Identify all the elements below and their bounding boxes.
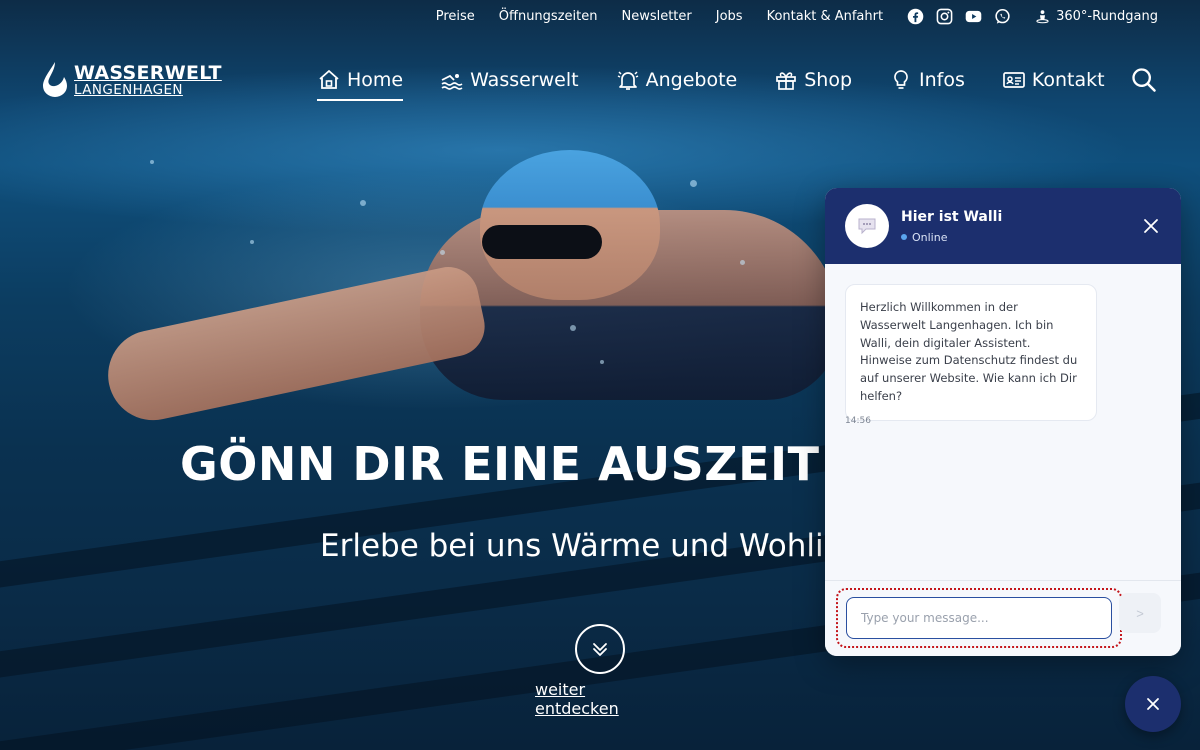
facebook-icon[interactable]: [907, 8, 924, 25]
swimmer-arm: [99, 261, 491, 429]
hero-subtitle: Erlebe bei uns Wärme und Wohlig: [320, 528, 844, 564]
chat-toggle-button[interactable]: [1125, 676, 1181, 732]
online-status-dot: [901, 234, 907, 240]
close-icon: [1147, 698, 1159, 710]
water-bubble: [440, 250, 445, 255]
nav-item-angebote[interactable]: Angebote: [616, 62, 738, 101]
chat-avatar: [845, 204, 889, 248]
chat-status: Online: [901, 231, 1002, 244]
chat-bot-name: Hier ist Walli: [901, 208, 1003, 225]
topbar-link-oeffnungszeiten[interactable]: Öffnungszeiten: [499, 9, 598, 24]
water-bubble: [570, 325, 576, 331]
send-button[interactable]: >: [1119, 593, 1161, 633]
nav-label-kontakt: Kontakt: [1031, 69, 1105, 91]
nav-item-kontakt[interactable]: Kontakt: [1002, 62, 1105, 101]
tour-360-label: 360°-Rundgang: [1056, 8, 1158, 24]
water-bubble: [150, 160, 154, 164]
nav-item-infos[interactable]: Infos: [889, 62, 965, 101]
speech-bubble-icon: [858, 218, 876, 235]
explore-more-label: weiter entdecken: [535, 680, 619, 718]
water-bubble: [690, 180, 697, 187]
input-highlight-frame: [836, 588, 1122, 648]
social-links: [907, 8, 1011, 25]
top-utility-bar: Preise Öffnungszeiten Newsletter Jobs Ko…: [436, 0, 1158, 32]
chat-messages: Herzlich Willkommen in der Wasserwelt La…: [825, 264, 1181, 580]
topbar-link-preise[interactable]: Preise: [436, 9, 475, 24]
topbar-link-newsletter[interactable]: Newsletter: [621, 9, 691, 24]
water-bubble: [250, 240, 254, 244]
explore-more-button[interactable]: weiter entdecken: [535, 624, 665, 718]
nav-label-shop: Shop: [804, 69, 853, 91]
chat-footer: >: [825, 580, 1181, 656]
nav-item-shop[interactable]: Shop: [774, 62, 852, 101]
youtube-icon[interactable]: [965, 8, 982, 25]
chevron-down-icon: [575, 624, 625, 674]
chat-header: Hier ist Walli Online: [825, 188, 1181, 264]
person-360-icon: [1036, 9, 1049, 23]
nav-label-home: Home: [347, 69, 404, 91]
instagram-icon[interactable]: [936, 8, 953, 25]
chat-widget: Hier ist Walli Online Herzlich Willkomme…: [825, 188, 1181, 656]
search-icon[interactable]: [1130, 66, 1158, 94]
logo-subtitle: LANGENHAGEN: [74, 82, 183, 99]
message-timestamp: 14:56: [845, 416, 871, 426]
tour-360-link[interactable]: 360°-Rundgang: [1035, 9, 1158, 24]
lightbulb-icon: [894, 70, 908, 89]
gift-icon: [776, 72, 797, 90]
swimmer-icon: [441, 74, 463, 90]
bell-icon: [617, 71, 638, 90]
swimmer-goggles: [482, 225, 602, 259]
nav-item-wasserwelt[interactable]: Wasserwelt: [440, 62, 579, 101]
water-bubble: [360, 200, 366, 206]
nav-label-wasserwelt: Wasserwelt: [470, 69, 579, 91]
chat-status-label: Online: [912, 230, 948, 244]
nav-label-angebote: Angebote: [645, 69, 738, 91]
whatsapp-icon[interactable]: [994, 8, 1011, 25]
contact-card-icon: [1003, 72, 1025, 88]
topbar-link-kontakt-anfahrt[interactable]: Kontakt & Anfahrt: [767, 9, 884, 24]
nav-label-infos: Infos: [919, 69, 965, 91]
bot-message: Herzlich Willkommen in der Wasserwelt La…: [845, 284, 1097, 421]
logo-title: WASSERWELT: [74, 62, 222, 85]
house-icon: [319, 70, 339, 89]
close-icon[interactable]: [1143, 218, 1159, 234]
site-logo[interactable]: WASSERWELT LANGENHAGEN: [40, 60, 222, 102]
water-bubble: [740, 260, 745, 265]
water-bubble: [600, 360, 604, 364]
topbar-link-jobs[interactable]: Jobs: [716, 9, 743, 24]
water-drop-logo-icon: [40, 60, 70, 102]
nav-item-home[interactable]: Home: [317, 62, 404, 101]
chat-message-input[interactable]: [846, 597, 1112, 639]
main-navigation: Home Wasserwelt Angebote Shop Infos Kont…: [317, 62, 1105, 101]
